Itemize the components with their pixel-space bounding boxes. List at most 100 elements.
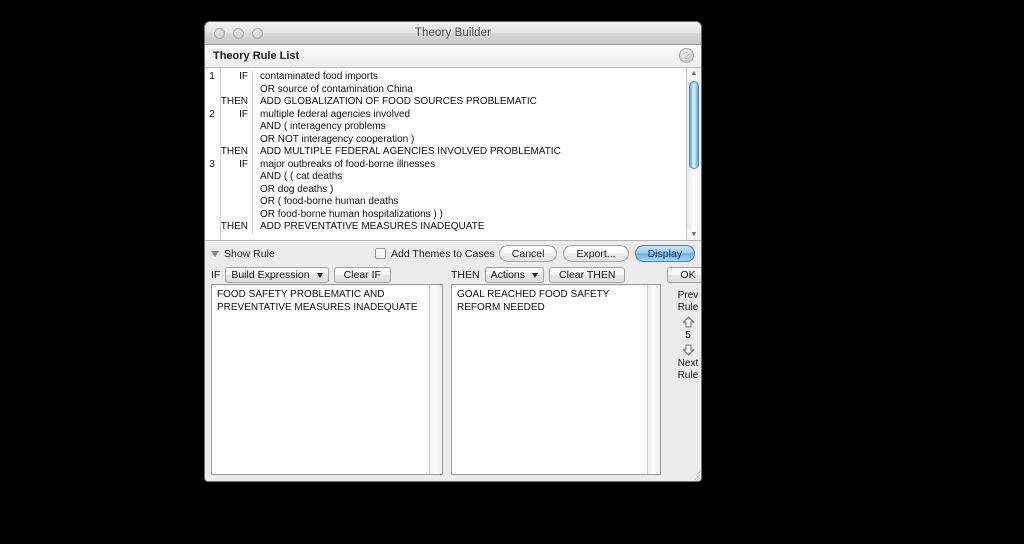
display-button[interactable]: Display [634,245,695,262]
rule-list-row[interactable]: 1 IF contaminated food imports [205,71,686,84]
rule-nav-column: OK Prev Rule 5 Next Rule [661,266,701,475]
rule-list-row[interactable]: 3 IF major outbreaks of food-borne illness… [205,158,686,171]
rule-list-row[interactable]: THEN ADD PREVENTATIVE MEASURES INADEQUATE [205,221,686,234]
rule-row-keyword [219,121,253,134]
rule-row-keyword [219,133,253,146]
rule-row-text: OR NOT interagency cooperation ) [260,133,415,145]
rule-row-number [205,221,219,234]
ok-button-wrap: OK [667,266,701,284]
window-titlebar[interactable]: Theory Builder [205,22,701,45]
rule-row-text: OR source of contamination China [260,83,413,95]
if-expression-text[interactable]: FOOD SAFETY PROBLEMATIC AND PREVENTATIVE… [212,285,429,474]
rule-row-text: contaminated food imports [260,71,378,82]
close-button[interactable] [214,27,225,39]
rule-row-keyword: THEN [219,221,253,234]
then-keyword-label: THEN [451,269,480,281]
column-divider [220,68,221,240]
rule-row-text: major outbreaks of food-borne illnesses [260,158,436,170]
rule-row-text: OR food-borne human hospitalizations ) ) [260,208,443,220]
rule-row-number [205,196,219,209]
if-pane: IF Build Expression Clear IF FOOD SAFETY… [211,266,443,475]
section-title: Theory Rule List [213,50,300,62]
export-button[interactable]: Export... [563,245,629,262]
if-keyword-label: IF [211,269,221,281]
rule-list-row[interactable]: OR source of contamination China [205,83,686,97]
add-themes-checkbox-group[interactable]: Add Themes to Cases [375,248,495,260]
next-rule-label[interactable]: Next Rule [678,358,699,382]
rule-row-number [205,171,219,184]
rule-list-panel: 1 IF contaminated food imports OR source of… [205,68,701,241]
chevron-down-icon [316,272,323,278]
rule-list-row[interactable]: OR food-borne human hospitalizations ) ) [205,208,686,221]
add-themes-label: Add Themes to Cases [391,247,495,260]
if-textpane[interactable]: FOOD SAFETY PROBLEMATIC AND PREVENTATIVE… [211,284,443,475]
window-title: Theory Builder [414,27,492,39]
rule-list-row[interactable]: 2 IF multiple federal agencies involved [205,108,686,121]
rule-list-row[interactable]: THEN ADD GLOBALIZATION OF FOOD SOURCES PR… [205,96,686,109]
show-rule-disclosure[interactable]: Show Rule [211,248,275,260]
then-action-text[interactable]: GOAL REACHED FOOD SAFETY REFORM NEEDED [452,285,647,474]
rule-row-number: 1 [209,71,215,82]
rule-list-row[interactable]: OR NOT interagency cooperation ) [205,133,686,147]
rule-row-number [205,84,219,97]
rule-list[interactable]: 1 IF contaminated food imports OR source of… [205,68,686,240]
rule-row-number: 3 [209,158,215,170]
arrow-down-icon[interactable] [681,344,695,356]
scroll-up-icon[interactable]: ▲ [687,68,701,79]
rule-row-text: multiple federal agencies involved [260,108,411,120]
help-icon[interactable]: ? [679,48,694,63]
show-rule-label: Show Rule [224,247,275,260]
minimize-button[interactable] [233,27,244,39]
rule-row-text: ADD MULTIPLE FEDERAL AGENCIES INVOLVED P… [260,146,561,157]
then-textpane[interactable]: GOAL REACHED FOOD SAFETY REFORM NEEDED [451,284,661,475]
rule-editor-area: IF Build Expression Clear IF FOOD SAFETY… [205,266,701,481]
dialog-buttons: Cancel Export... Display [498,245,695,262]
scroll-down-icon[interactable]: ▼ [687,229,701,240]
rule-list-row[interactable]: OR dog deaths ) [205,183,686,197]
rule-list-row[interactable]: AND ( ( cat deaths [205,171,686,184]
rule-row-number [205,146,219,159]
rule-row-keyword: IF [219,158,253,171]
scrollbar-thumb[interactable] [689,81,699,169]
rule-row-text: ADD PREVENTATIVE MEASURES INADEQUATE [260,221,485,232]
theory-builder-window: Theory Builder Theory Rule List ? 1 IF con… [204,21,702,482]
prev-rule-label[interactable]: Prev Rule [678,290,699,314]
then-pane-header: THEN Actions Clear THEN [451,266,661,284]
actions-popup[interactable]: Actions [484,267,545,283]
rule-row-keyword: THEN [219,146,253,159]
clear-then-button[interactable]: Clear THEN [549,267,626,283]
ok-button[interactable]: OK [667,267,701,283]
rule-list-row[interactable]: AND ( interagency problems [205,121,686,134]
rule-row-text: AND ( interagency problems [260,121,386,132]
chevron-down-icon [532,272,539,278]
rule-list-row[interactable]: OR ( food-borne human deaths [205,196,686,209]
rule-row-keyword [219,196,253,209]
theory-rule-list-header: Theory Rule List ? [205,45,701,68]
pane-spacer [443,266,451,475]
rule-row-keyword: THEN [219,96,253,109]
resize-grip[interactable] [687,467,701,481]
current-rule-number: 5 [685,330,691,341]
rule-row-number [205,134,219,147]
rule-row-number [205,96,219,109]
rule-list-row[interactable]: THEN ADD MULTIPLE FEDERAL AGENCIES INVOLV… [205,146,686,159]
rule-row-keyword: IF [219,71,253,84]
zoom-button[interactable] [252,27,263,39]
chevron-down-icon [211,250,219,257]
build-expression-popup[interactable]: Build Expression [225,267,329,283]
rule-toolbar: Show Rule Add Themes to Cases Cancel Exp… [205,241,701,266]
scrollbar-track[interactable] [687,79,701,229]
rule-list-scrollbar[interactable]: ▲ ▼ [686,68,701,240]
rule-row-number [205,184,219,197]
then-scrollbar[interactable] [647,285,660,474]
arrow-up-icon[interactable] [681,316,695,328]
window-controls [214,27,263,39]
actions-label: Actions [490,269,526,281]
cancel-button[interactable]: Cancel [498,245,558,262]
add-themes-checkbox[interactable] [375,248,386,259]
rule-row-text: OR dog deaths ) [260,183,334,195]
rule-row-number: 2 [209,108,215,120]
if-scrollbar[interactable] [429,285,442,474]
rule-row-keyword: IF [219,108,253,121]
clear-if-button[interactable]: Clear IF [333,267,391,283]
